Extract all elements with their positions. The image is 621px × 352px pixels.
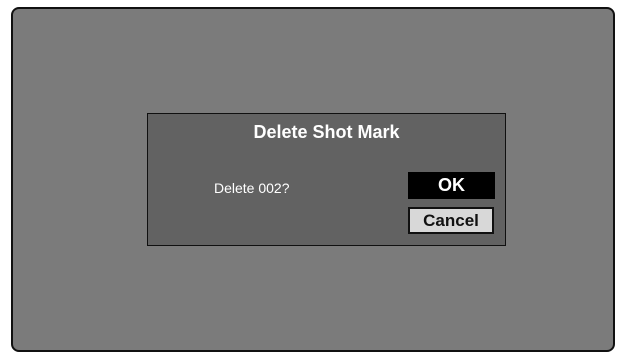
dialog-message: Delete 002? [214, 180, 290, 196]
ok-button[interactable]: OK [408, 172, 495, 199]
delete-shot-mark-dialog: Delete Shot Mark Delete 002? OK Cancel [147, 113, 506, 246]
screen-panel: Delete Shot Mark Delete 002? OK Cancel [11, 7, 615, 352]
cancel-button[interactable]: Cancel [408, 207, 494, 234]
dialog-title: Delete Shot Mark [253, 122, 400, 142]
